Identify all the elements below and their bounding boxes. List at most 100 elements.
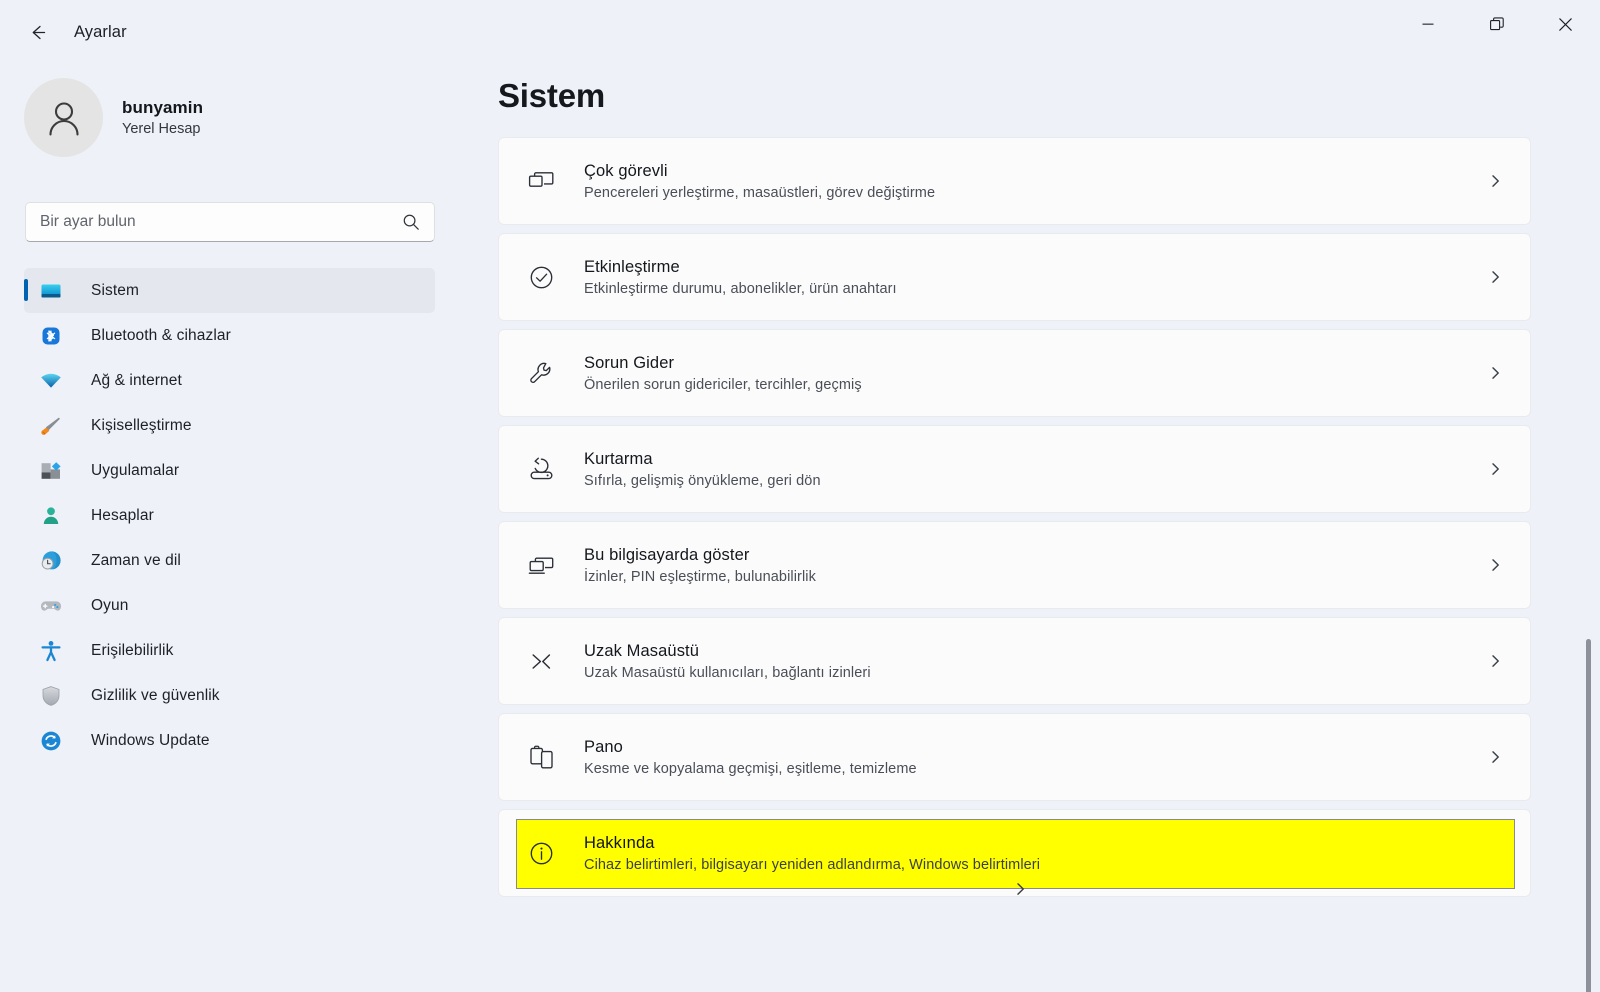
sidebar-nav: Sistem Bluetooth & cihazlar Ağ & interne… [0, 268, 470, 763]
sidebar-item-label: Gizlilik ve güvenlik [91, 686, 220, 704]
minimize-button[interactable] [1393, 0, 1462, 48]
chevron-right-icon [1488, 558, 1503, 573]
clock-globe-icon [36, 549, 66, 573]
profile-text: bunyamin Yerel Hesap [122, 98, 203, 137]
sidebar-item-sistem[interactable]: Sistem [24, 268, 435, 313]
sidebar-item-label: Hesaplar [91, 506, 154, 524]
card-text: Bu bilgisayarda göster İzinler, PIN eşle… [584, 546, 816, 585]
settings-card-hakkinda[interactable]: Hakkında Cihaz belirtimleri, bilgisayarı… [498, 809, 1531, 897]
sidebar-item-bluetooth[interactable]: Bluetooth & cihazlar [24, 313, 435, 358]
project-icon [526, 552, 556, 579]
info-circle-icon [526, 840, 556, 867]
card-subtitle: Sıfırla, gelişmiş önyükleme, geri dön [584, 472, 821, 489]
content-area: Sistem Çok görevli Pencereleri yerleştir… [470, 64, 1600, 992]
settings-window: Ayarlar bunyamin Yerel Hesap Bir ayar bu… [0, 0, 1600, 992]
card-subtitle: Önerilen sorun gidericiler, tercihler, g… [584, 376, 862, 393]
card-subtitle: Cihaz belirtimleri, bilgisayarı yeniden … [584, 856, 1041, 873]
sidebar-item-label: Oyun [91, 596, 129, 614]
chevron-right-icon [1488, 270, 1503, 285]
sidebar-item-label: Ağ & internet [91, 371, 182, 389]
sidebar-item-network[interactable]: Ağ & internet [24, 358, 435, 403]
card-title: Bu bilgisayarda göster [584, 545, 750, 564]
accessibility-icon [36, 639, 66, 663]
card-subtitle: Etkinleştirme durumu, abonelikler, ürün … [584, 280, 897, 297]
update-icon [36, 729, 66, 753]
restore-button[interactable] [1462, 0, 1531, 48]
card-title: Kurtarma [584, 449, 653, 468]
settings-card-sorun-gider[interactable]: Sorun Gider Önerilen sorun gidericiler, … [498, 329, 1531, 417]
minimize-icon [1422, 23, 1433, 25]
chevron-right-icon [1488, 750, 1503, 765]
clipboard-icon [526, 744, 556, 771]
sidebar-item-label: Erişilebilirlik [91, 641, 174, 659]
sidebar-item-accounts[interactable]: Hesaplar [24, 493, 435, 538]
card-title: Pano [584, 737, 623, 756]
sidebar-item-gaming[interactable]: Oyun [24, 583, 435, 628]
sidebar-item-apps[interactable]: Uygulamalar [24, 448, 435, 493]
bluetooth-icon [36, 324, 66, 348]
apps-icon [36, 459, 66, 483]
card-text: Etkinleştirme Etkinleştirme durumu, abon… [584, 258, 897, 297]
sidebar-item-personalization[interactable]: Kişiselleştirme [24, 403, 435, 448]
wrench-icon [526, 360, 556, 387]
search-input[interactable] [40, 213, 396, 231]
gamepad-icon [36, 594, 66, 618]
card-title: Etkinleştirme [584, 257, 680, 276]
card-title: Çok görevli [584, 161, 668, 180]
sidebar-item-label: Zaman ve dil [91, 551, 181, 569]
settings-card-projecting[interactable]: Bu bilgisayarda göster İzinler, PIN eşle… [498, 521, 1531, 609]
multitasking-icon [526, 168, 556, 195]
recovery-icon [526, 456, 556, 483]
chevron-right-icon [1488, 174, 1503, 189]
sidebar-item-accessibility[interactable]: Erişilebilirlik [24, 628, 435, 673]
card-text: Kurtarma Sıfırla, gelişmiş önyükleme, ge… [584, 450, 821, 489]
page-title: Sistem [498, 77, 606, 114]
chevron-right-icon [1488, 654, 1503, 669]
back-arrow-icon [32, 25, 45, 39]
card-subtitle: Kesme ve kopyalama geçmişi, eşitleme, te… [584, 760, 917, 777]
search-box[interactable] [25, 202, 435, 242]
card-text: Uzak Masaüstü Uzak Masaüstü kullanıcılar… [584, 642, 871, 681]
close-icon [1559, 17, 1572, 31]
window-controls [1393, 0, 1600, 48]
card-subtitle: Uzak Masaüstü kullanıcıları, bağlantı iz… [584, 664, 871, 681]
sidebar-item-privacy-security[interactable]: Gizlilik ve güvenlik [24, 673, 435, 718]
person-icon [36, 504, 66, 528]
back-button[interactable] [17, 12, 57, 52]
settings-card-cok-gorevli[interactable]: Çok görevli Pencereleri yerleştirme, mas… [498, 137, 1531, 225]
search-icon [402, 213, 420, 231]
content-scrollbar[interactable] [1586, 639, 1591, 992]
sidebar-item-label: Bluetooth & cihazlar [91, 326, 231, 344]
chevron-right-icon [1488, 462, 1503, 477]
sidebar-item-label: Uygulamalar [91, 461, 180, 479]
search-container [25, 202, 435, 242]
check-circle-icon [526, 264, 556, 291]
person-avatar-icon [48, 101, 79, 136]
card-subtitle: İzinler, PIN eşleştirme, bulunabilirlik [584, 568, 816, 585]
settings-card-pano[interactable]: Pano Kesme ve kopyalama geçmişi, eşitlem… [498, 713, 1531, 801]
sidebar-item-windows-update[interactable]: Windows Update [24, 718, 435, 763]
card-title: Hakkında [584, 833, 655, 852]
shield-icon [36, 684, 66, 708]
chevron-right-icon [1488, 366, 1503, 381]
profile-name: bunyamin [122, 98, 204, 117]
paintbrush-icon [36, 414, 66, 438]
settings-card-remote-desktop[interactable]: Uzak Masaüstü Uzak Masaüstü kullanıcılar… [498, 617, 1531, 705]
card-text: Pano Kesme ve kopyalama geçmişi, eşitlem… [584, 738, 917, 777]
wifi-icon [36, 369, 66, 393]
settings-card-etkinlestirme[interactable]: Etkinleştirme Etkinleştirme durumu, abon… [498, 233, 1531, 321]
sidebar-item-time-language[interactable]: Zaman ve dil [24, 538, 435, 583]
card-text: Sorun Gider Önerilen sorun gidericiler, … [584, 354, 862, 393]
card-subtitle: Pencereleri yerleştirme, masaüstleri, gö… [584, 184, 936, 201]
close-button[interactable] [1531, 0, 1600, 48]
settings-card-kurtarma[interactable]: Kurtarma Sıfırla, gelişmiş önyükleme, ge… [498, 425, 1531, 513]
sidebar: bunyamin Yerel Hesap Bir ayar bulun Sist… [0, 64, 470, 992]
card-text: Hakkında Cihaz belirtimleri, bilgisayarı… [584, 834, 1040, 873]
user-profile[interactable]: bunyamin Yerel Hesap [24, 78, 470, 157]
title-bar: Ayarlar [0, 0, 1600, 64]
sidebar-item-label: Sistem [91, 281, 139, 299]
card-title: Uzak Masaüstü [584, 641, 700, 660]
card-title: Sorun Gider [584, 353, 675, 372]
sidebar-item-label: Windows Update [91, 731, 210, 749]
chevron-right-icon [1013, 881, 1028, 896]
